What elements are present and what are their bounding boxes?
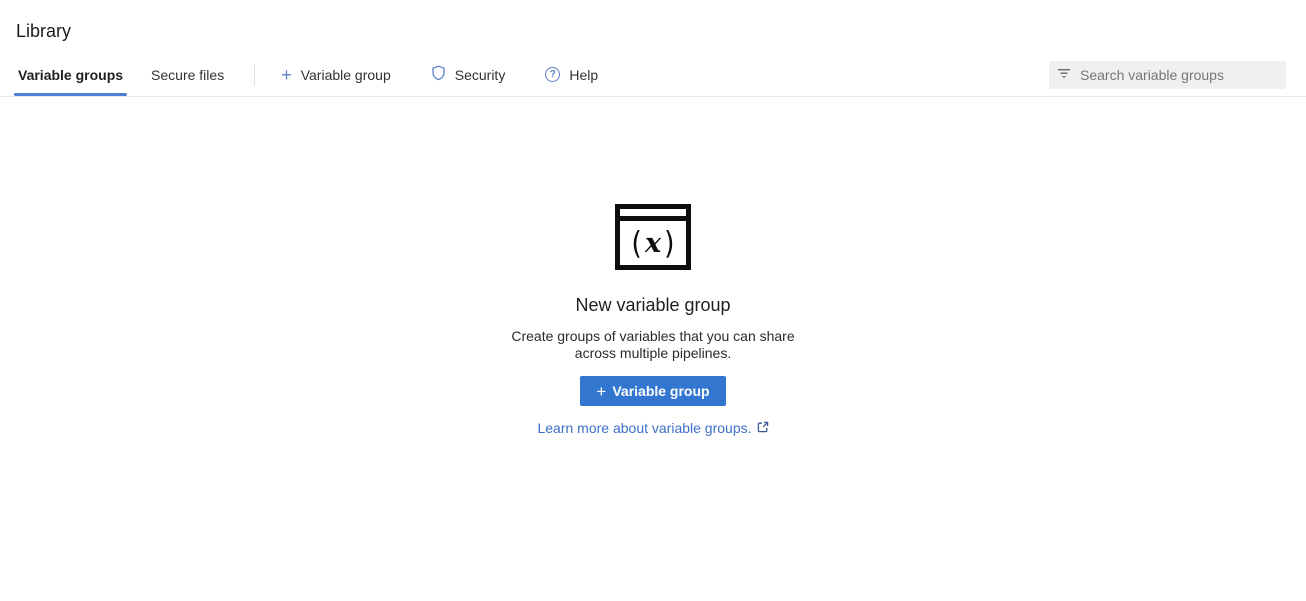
learn-more-link[interactable]: Learn more about variable groups. — [537, 420, 768, 436]
library-page: Library Variable groups Secure files + V… — [0, 20, 1306, 436]
filter-icon — [1057, 66, 1080, 84]
create-variable-group-button-label: Variable group — [612, 383, 709, 399]
command-bar: + Variable group Security ? Help — [269, 59, 626, 90]
tab-variable-groups[interactable]: Variable groups — [16, 53, 125, 96]
plus-icon: + — [596, 383, 606, 400]
tab-and-command-bar: Variable groups Secure files + Variable … — [0, 53, 1306, 97]
create-variable-group-button[interactable]: + Variable group — [580, 376, 725, 406]
content-area: ( x ) New variable group Create groups o… — [0, 97, 1306, 436]
security-command[interactable]: Security — [419, 59, 518, 90]
page-title: Library — [16, 20, 1306, 42]
plus-icon: + — [281, 68, 292, 82]
help-command[interactable]: ? Help — [533, 61, 610, 89]
security-command-label: Security — [455, 67, 506, 83]
window-titlebar-slot — [620, 209, 686, 216]
tab-list: Variable groups Secure files — [16, 53, 250, 96]
tab-secure-files[interactable]: Secure files — [149, 53, 226, 96]
search-variable-groups-box[interactable] — [1049, 61, 1286, 89]
toolbar-divider — [254, 64, 255, 86]
help-command-label: Help — [569, 67, 598, 83]
close-paren-glyph: ) — [664, 227, 675, 258]
tab-variable-groups-label: Variable groups — [18, 67, 123, 83]
window-body: ( x ) — [620, 221, 686, 265]
question-circle-icon: ? — [545, 67, 560, 82]
variable-groups-empty-state: ( x ) New variable group Create groups o… — [511, 204, 794, 436]
empty-state-description: Create groups of variables that you can … — [511, 328, 794, 362]
open-paren-glyph: ( — [631, 227, 642, 258]
new-variable-group-command[interactable]: + Variable group — [269, 61, 403, 89]
variable-group-window-icon: ( x ) — [615, 204, 691, 270]
learn-more-link-label: Learn more about variable groups. — [537, 420, 751, 436]
description-line-2: across multiple pipelines. — [511, 345, 794, 362]
variable-x-glyph: x — [645, 230, 661, 257]
empty-state-heading: New variable group — [575, 295, 730, 316]
shield-icon — [431, 65, 446, 84]
search-input[interactable] — [1080, 67, 1278, 83]
external-link-icon — [757, 420, 769, 436]
active-tab-indicator — [14, 93, 127, 96]
description-line-1: Create groups of variables that you can … — [511, 328, 794, 345]
new-variable-group-command-label: Variable group — [301, 67, 391, 83]
tab-secure-files-label: Secure files — [151, 67, 224, 83]
